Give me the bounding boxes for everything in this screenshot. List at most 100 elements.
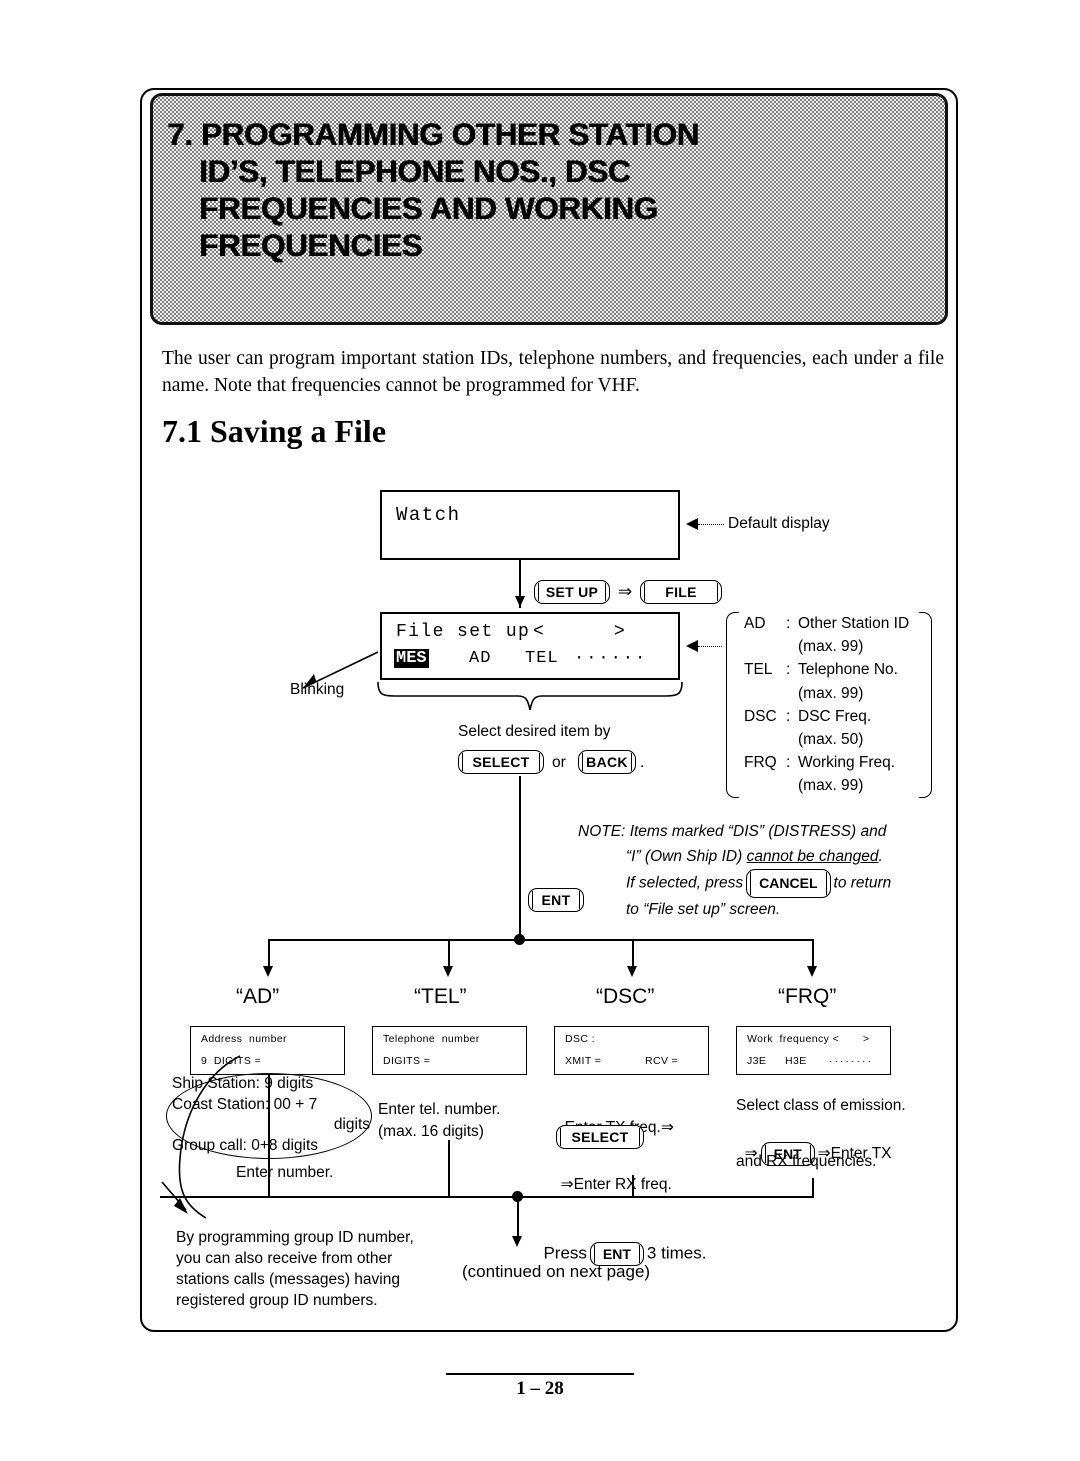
legend-max: (max. 99) — [798, 638, 864, 656]
legend-max: (max. 50) — [798, 731, 864, 749]
branch-junction-dot — [514, 934, 525, 945]
legend-key: TEL — [744, 661, 773, 679]
group-note-line-2: you can also receive from other — [176, 1250, 393, 1267]
branch-arrow-ad-icon — [262, 966, 273, 977]
dsc-select-key[interactable]: SELECT — [556, 1125, 644, 1149]
note-text-3b: to return — [833, 874, 892, 892]
callout-arrow-icon — [686, 518, 698, 530]
note-text-2b: . — [878, 847, 883, 865]
file-setup-item-mes-selected[interactable]: MES — [394, 649, 429, 668]
frq-display-line1b: > — [863, 1033, 870, 1045]
branch-label-dsc: “DSC” — [596, 985, 655, 1008]
banner-line-2: ID’S, TELEPHONE NOS., DSC — [199, 153, 631, 189]
frq-display-line1a: Work frequency < — [747, 1033, 840, 1045]
tel-display-box: Telephone number DIGITS = — [372, 1026, 527, 1075]
legend-key: FRQ — [744, 754, 777, 772]
dsc-instruction-text3: Enter RX freq. — [573, 1176, 672, 1193]
bottom-stem-continued — [517, 1196, 519, 1240]
ad-display-line1: Address number — [201, 1033, 287, 1045]
dsc-arrow-icon-2: ⇒ — [560, 1176, 574, 1193]
note-label: NOTE: — [578, 823, 626, 840]
watch-display-box: Watch — [380, 490, 680, 560]
branch-label-frq: “FRQ” — [778, 985, 837, 1008]
bottom-stem-tel — [448, 1140, 450, 1197]
page-number: 1 – 28 — [516, 1378, 564, 1399]
frq-display-box: Work frequency < > J3E H3E ········ — [736, 1026, 891, 1075]
tel-display-line2: DIGITS = — [383, 1055, 431, 1067]
tel-display-line1: Telephone number — [383, 1033, 480, 1045]
group-note-line-4: registered group ID numbers. — [176, 1292, 378, 1309]
branch-arrow-tel-icon — [442, 966, 453, 977]
branch-arrow-dsc-icon — [626, 966, 637, 977]
legend-row-max: (max. 99) — [744, 774, 909, 797]
legend-colon: : — [786, 754, 791, 772]
file-setup-left-chevron: < — [533, 622, 544, 642]
legend-desc: DSC Freq. — [798, 707, 872, 725]
note-text-2a: “I” (Own Ship ID) — [626, 847, 747, 865]
cancel-key[interactable]: CANCEL — [746, 869, 831, 898]
legend-bracket-left — [726, 612, 739, 798]
legend-max: (max. 99) — [798, 777, 864, 795]
bottom-stem-frq — [812, 1178, 814, 1197]
intro-paragraph: The user can program important station I… — [162, 348, 944, 396]
frq-instruction-line3: and RX frequencies. — [736, 1153, 877, 1170]
legend-callout-dash — [698, 646, 722, 647]
bottom-bus-line — [160, 1196, 814, 1198]
continued-label: (continued on next page) — [462, 1262, 651, 1281]
file-setup-right-chevron: > — [614, 622, 625, 642]
legend-key: AD — [744, 615, 766, 632]
item-legend: AD : Other Station ID (max. 99) TEL : Te… — [726, 612, 932, 798]
frq-instruction-line1: Select class of emission. — [736, 1097, 906, 1114]
select-hint-period: . — [640, 754, 645, 771]
file-setup-item-more-dots: ······ — [574, 649, 648, 668]
dsc-display-line2-rcv: RCV = — [645, 1055, 679, 1067]
branch-label-ad: “AD” — [236, 985, 280, 1008]
select-key[interactable]: SELECT — [458, 750, 544, 774]
note-line-2: “I” (Own Ship ID) cannot be changed. — [578, 845, 950, 870]
ad-group-arrow-head — [161, 1181, 188, 1214]
note-text-2-underlined: cannot be changed — [746, 847, 879, 865]
press-ent-after: 3 times. — [646, 1243, 707, 1263]
banner-line-1: 7. PROGRAMMING OTHER STATION — [167, 116, 699, 152]
select-hint-or: or — [552, 754, 566, 771]
legend-key: DSC — [744, 707, 777, 725]
banner-line-3: FREQUENCIES AND WORKING — [199, 190, 658, 226]
legend-colon: : — [786, 707, 791, 725]
file-setup-line1-label: File set up — [396, 622, 531, 642]
dsc-display-line2-xmit: XMIT = — [565, 1055, 602, 1067]
bottom-stem-dsc — [632, 1175, 634, 1197]
legend-row: AD : Other Station ID — [744, 612, 909, 635]
note-line-3: If selected, press CANCEL to return — [578, 869, 950, 898]
file-key[interactable]: FILE — [640, 580, 722, 604]
legend-desc: Telephone No. — [798, 661, 898, 679]
dsc-instruction-line3: ⇒Enter RX freq. — [552, 1155, 672, 1195]
legend-row: TEL : Telephone No. — [744, 658, 909, 681]
legend-row-max: (max. 99) — [744, 635, 909, 658]
legend-row: DSC : DSC Freq. — [744, 705, 909, 728]
footer-rule — [446, 1373, 634, 1376]
legend-colon: : — [786, 615, 791, 632]
legend-row-max: (max. 50) — [744, 728, 909, 751]
file-setup-display-box: File set up < > MES AD TEL ······ — [380, 612, 680, 680]
legend-table: AD : Other Station ID (max. 99) TEL : Te… — [744, 612, 909, 798]
bottom-continued-arrow-icon — [511, 1236, 522, 1247]
setup-to-file-arrow-icon: ⇒ — [618, 582, 633, 601]
set-up-key[interactable]: SET UP — [534, 580, 610, 604]
ent-key-after-select[interactable]: ENT — [528, 888, 584, 912]
legend-max: (max. 99) — [798, 684, 864, 702]
file-setup-item-ad[interactable]: AD — [469, 649, 491, 668]
back-key[interactable]: BACK — [578, 750, 636, 774]
press-ent-instruction: Press ENT 3 times. — [534, 1222, 706, 1266]
frq-display-line2-dots: ········ — [829, 1055, 873, 1067]
tel-instruction-line1: Enter tel. number. — [378, 1101, 501, 1118]
dsc-display-line1: DSC : — [565, 1033, 596, 1045]
file-setup-item-tel[interactable]: TEL — [525, 649, 559, 668]
bottom-stem-ad — [268, 1075, 270, 1197]
flow-arrow-watch-to-setup-icon — [514, 596, 525, 607]
frq-display-line2-j3e: J3E — [747, 1055, 767, 1067]
select-hint-line1: Select desired item by — [458, 723, 611, 740]
banner-line-4: FREQUENCIES — [199, 227, 423, 263]
dsc-display-box: DSC : XMIT = RCV = — [554, 1026, 709, 1075]
note-text-1: Items marked “DIS” (DISTRESS) and — [629, 823, 887, 840]
flow-line-select-to-branch — [519, 776, 521, 940]
